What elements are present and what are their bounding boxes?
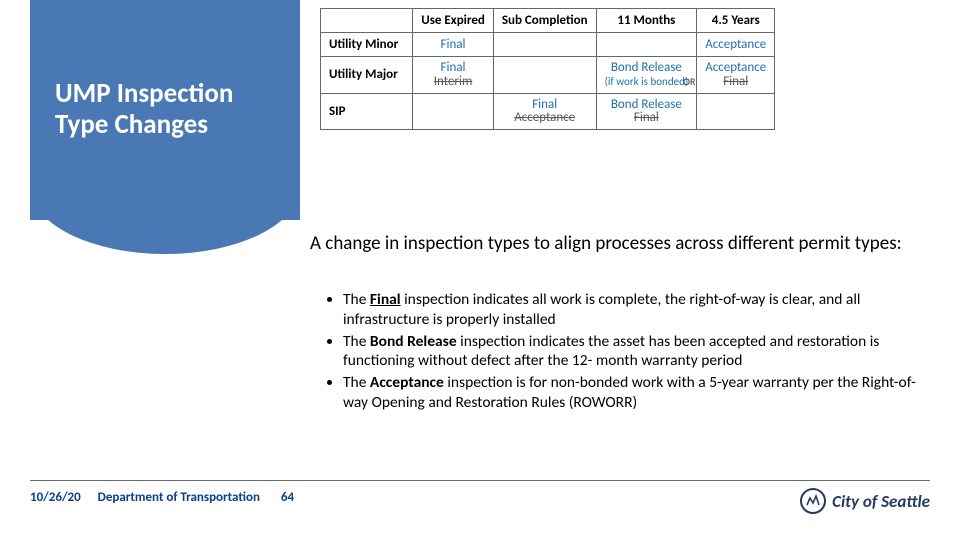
table-row: SIP Final Acceptance Bond Release Final bbox=[321, 93, 775, 130]
cell: OR Acceptance Final bbox=[697, 57, 775, 94]
th-blank bbox=[321, 9, 413, 33]
city-logo: City of Seattle bbox=[800, 488, 930, 514]
list-item: The Acceptance inspection is for non-bon… bbox=[343, 373, 940, 413]
cell bbox=[697, 93, 775, 130]
title-block-arc bbox=[30, 186, 300, 254]
intro-text: A change in inspection types to align pr… bbox=[310, 232, 935, 256]
footer-date: 10/26/20 bbox=[30, 490, 81, 505]
cell bbox=[596, 33, 697, 57]
cell bbox=[493, 33, 596, 57]
footer-divider bbox=[30, 480, 930, 481]
note: (if work is bonded) bbox=[605, 75, 689, 88]
old-value: Acceptance bbox=[514, 110, 575, 125]
cell: Final bbox=[413, 33, 494, 57]
new-value: Bond Release bbox=[611, 60, 682, 75]
list-item: The Final inspection indicates all work … bbox=[343, 290, 940, 330]
footer-dept: Department of Transportation bbox=[98, 490, 260, 505]
old-value: Final bbox=[634, 110, 659, 125]
slide: { "title": "UMP Inspection Type Changes"… bbox=[0, 0, 960, 540]
old-value: Final bbox=[723, 74, 748, 89]
footer-page: 64 bbox=[281, 490, 294, 505]
row-label: Utility Major bbox=[321, 57, 413, 94]
cell: Bond Release Final bbox=[596, 93, 697, 130]
th-sub-completion: Sub Completion bbox=[493, 9, 596, 33]
cell bbox=[493, 57, 596, 94]
or-label: OR bbox=[683, 75, 695, 88]
th-11-months: 11 Months bbox=[596, 9, 697, 33]
cell: Bond Release (if work is bonded) bbox=[596, 57, 697, 94]
th-use-expired: Use Expired bbox=[413, 9, 494, 33]
th-4-5-years: 4.5 Years bbox=[697, 9, 775, 33]
inspection-table: Use Expired Sub Completion 11 Months 4.5… bbox=[320, 8, 775, 130]
cell: Acceptance bbox=[697, 33, 775, 57]
logo-text: City of Seattle bbox=[832, 491, 930, 512]
row-label: Utility Minor bbox=[321, 33, 413, 57]
old-value: Interim bbox=[434, 74, 473, 89]
cell: Final Interim bbox=[413, 57, 494, 94]
footer: 10/26/20 Department of Transportation 64 bbox=[30, 490, 294, 505]
table-row: Utility Major Final Interim Bond Release… bbox=[321, 57, 775, 94]
table-row: Utility Minor Final Acceptance bbox=[321, 33, 775, 57]
cell: Final Acceptance bbox=[493, 93, 596, 130]
bullet-list: The Final inspection indicates all work … bbox=[325, 290, 940, 415]
slide-title: UMP Inspection Type Changes bbox=[55, 78, 285, 140]
seal-icon bbox=[800, 488, 826, 514]
row-label: SIP bbox=[321, 93, 413, 130]
cell bbox=[413, 93, 494, 130]
list-item: The Bond Release inspection indicates th… bbox=[343, 332, 940, 372]
